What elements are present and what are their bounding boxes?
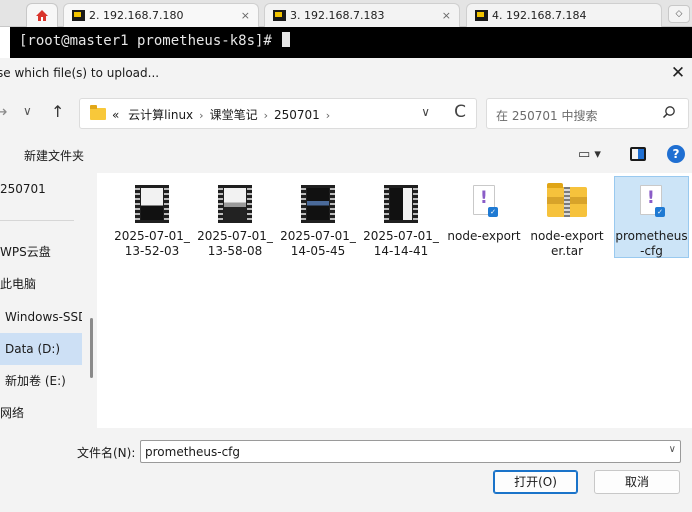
breadcrumb-overflow[interactable]: « bbox=[112, 108, 119, 122]
terminal[interactable]: [root@master1 prometheus-k8s]# bbox=[0, 27, 692, 58]
file-item-video[interactable]: 2025-07-01_13-52-03 bbox=[112, 177, 192, 287]
new-folder-button[interactable]: 新建文件夹 bbox=[24, 147, 84, 164]
video-file-icon bbox=[384, 185, 418, 223]
refresh-icon[interactable]: C bbox=[454, 102, 466, 122]
search-box[interactable]: 在 250701 中搜索 bbox=[486, 98, 689, 129]
file-item-video[interactable]: 2025-07-01_14-14-41 bbox=[361, 177, 441, 287]
up-folder-icon[interactable]: ↑ bbox=[51, 102, 64, 121]
file-name: 2025-07-01_13-52-03 bbox=[114, 229, 190, 258]
video-file-icon bbox=[218, 185, 252, 223]
tab-label: 3. 192.168.7.183 bbox=[290, 9, 385, 22]
video-file-icon bbox=[135, 185, 169, 223]
open-button[interactable]: 打开(O) bbox=[493, 470, 578, 494]
sidebar-item-wps-cloud[interactable]: WPS云盘 bbox=[0, 236, 82, 268]
terminal-tab-strip: 2. 192.168.7.180 × 3. 192.168.7.183 × 4.… bbox=[0, 0, 692, 27]
file-name: prometheus-cfg bbox=[615, 229, 688, 258]
search-placeholder[interactable]: 在 250701 中搜索 bbox=[496, 107, 597, 124]
help-icon[interactable]: ? bbox=[667, 145, 685, 163]
file-list: 2025-07-01_13-52-03 2025-07-01_13-58-08 … bbox=[97, 173, 692, 428]
dialog-titlebar: se which file(s) to upload... ✕ bbox=[0, 58, 692, 89]
filename-value[interactable]: prometheus-cfg bbox=[145, 445, 240, 459]
dialog-title: se which file(s) to upload... bbox=[0, 66, 160, 80]
file-item-node-export[interactable]: ! ✓ node-export bbox=[444, 177, 524, 287]
sidebar-item-data-d[interactable]: Data (D:) bbox=[0, 333, 82, 365]
address-bar[interactable]: « 云计算linux › 课堂笔记 › 250701 › ∨ C bbox=[79, 98, 477, 129]
file-upload-dialog: se which file(s) to upload... ✕ → ∨ ↑ « … bbox=[0, 58, 692, 512]
view-options-icon[interactable]: ▭ ▾ bbox=[578, 147, 601, 162]
address-history-chevron-icon[interactable]: ∨ bbox=[421, 105, 430, 119]
screen: 2. 192.168.7.180 × 3. 192.168.7.183 × 4.… bbox=[0, 0, 692, 512]
tab-label: 2. 192.168.7.180 bbox=[89, 9, 184, 22]
home-icon bbox=[36, 10, 48, 21]
navigation-bar: → ∨ ↑ « 云计算linux › 课堂笔记 › 250701 › ∨ C 在 2507… bbox=[0, 89, 692, 137]
home-tab[interactable] bbox=[26, 3, 58, 27]
terminal-icon bbox=[475, 10, 488, 21]
file-name: node-exporter.tar bbox=[530, 229, 604, 258]
file-name: 2025-07-01_14-14-41 bbox=[363, 229, 439, 258]
file-item-video[interactable]: 2025-07-01_14-05-45 bbox=[278, 177, 358, 287]
tab-menu-button[interactable]: ◇ bbox=[668, 5, 690, 23]
terminal-icon bbox=[72, 10, 85, 21]
cancel-button[interactable]: 取消 bbox=[594, 470, 680, 494]
preview-pane-icon[interactable] bbox=[630, 147, 646, 161]
filename-field[interactable]: prometheus-cfg ∨ bbox=[140, 440, 681, 463]
terminal-prompt: [root@master1 prometheus-k8s]# bbox=[19, 33, 281, 49]
filename-label: 文件名(N): bbox=[77, 446, 136, 460]
sidebar-scrollbar[interactable] bbox=[90, 318, 93, 378]
navigation-pane: 250701 WPS云盘 此电脑 Windows-SSD Data (D:) 新… bbox=[0, 173, 97, 428]
sidebar-item-new-volume-e[interactable]: 新加卷 (E:) bbox=[0, 365, 82, 397]
chevron-down-icon[interactable]: ∨ bbox=[669, 444, 676, 455]
breadcrumb: « 云计算linux › 课堂笔记 › 250701 › bbox=[112, 106, 336, 123]
sidebar-item-250701[interactable]: 250701 bbox=[0, 173, 82, 205]
breadcrumb-separator-icon[interactable]: › bbox=[326, 109, 330, 122]
file-item-video[interactable]: 2025-07-01_13-58-08 bbox=[195, 177, 275, 287]
video-file-icon bbox=[301, 185, 335, 223]
tab-session-3[interactable]: 3. 192.168.7.183 × bbox=[264, 3, 460, 27]
sidebar-item-this-pc[interactable]: 此电脑 bbox=[0, 268, 82, 300]
file-name: node-export bbox=[447, 229, 521, 243]
sidebar-item-windows-ssd[interactable]: Windows-SSD bbox=[0, 301, 82, 333]
recent-locations-icon[interactable]: ∨ bbox=[23, 104, 32, 118]
dialog-toolbar: 新建文件夹 ▭ ▾ ? bbox=[0, 137, 692, 173]
terminal-cursor bbox=[282, 32, 291, 47]
tab-close-icon[interactable]: × bbox=[442, 9, 451, 22]
close-icon[interactable]: ✕ bbox=[668, 62, 688, 84]
terminal-gutter bbox=[0, 27, 10, 58]
file-item-node-exporter-tar[interactable]: node-exporter.tar bbox=[527, 177, 607, 287]
config-file-icon: ! ✓ bbox=[473, 185, 498, 217]
folder-icon bbox=[90, 105, 106, 120]
search-icon[interactable] bbox=[662, 105, 676, 119]
archive-file-icon bbox=[547, 183, 587, 217]
tab-session-2[interactable]: 2. 192.168.7.180 × bbox=[63, 3, 259, 27]
forward-icon[interactable]: → bbox=[0, 102, 7, 121]
sidebar-divider bbox=[0, 220, 74, 221]
file-name: 2025-07-01_14-05-45 bbox=[280, 229, 356, 258]
tab-session-4[interactable]: 4. 192.168.7.184 bbox=[466, 3, 662, 27]
terminal-icon bbox=[273, 10, 286, 21]
file-item-prometheus-cfg[interactable]: ! ✓ prometheus-cfg bbox=[614, 176, 689, 258]
file-name: 2025-07-01_13-58-08 bbox=[197, 229, 273, 258]
tab-label: 4. 192.168.7.184 bbox=[492, 9, 587, 22]
sidebar-item-network[interactable]: 网络 bbox=[0, 397, 82, 429]
terminal-prompt-line: [root@master1 prometheus-k8s]# bbox=[19, 32, 291, 49]
breadcrumb-item-cloud-linux[interactable]: 云计算linux bbox=[128, 108, 193, 122]
breadcrumb-item-class-notes[interactable]: 课堂笔记 bbox=[210, 108, 258, 122]
config-file-icon: ! ✓ bbox=[640, 185, 665, 217]
breadcrumb-separator-icon[interactable]: › bbox=[199, 109, 203, 122]
breadcrumb-item-250701[interactable]: 250701 bbox=[274, 108, 320, 122]
dialog-footer: 文件名(N): prometheus-cfg ∨ 打开(O) 取消 bbox=[0, 428, 692, 512]
breadcrumb-separator-icon[interactable]: › bbox=[264, 109, 268, 122]
tab-close-icon[interactable]: × bbox=[241, 9, 250, 22]
